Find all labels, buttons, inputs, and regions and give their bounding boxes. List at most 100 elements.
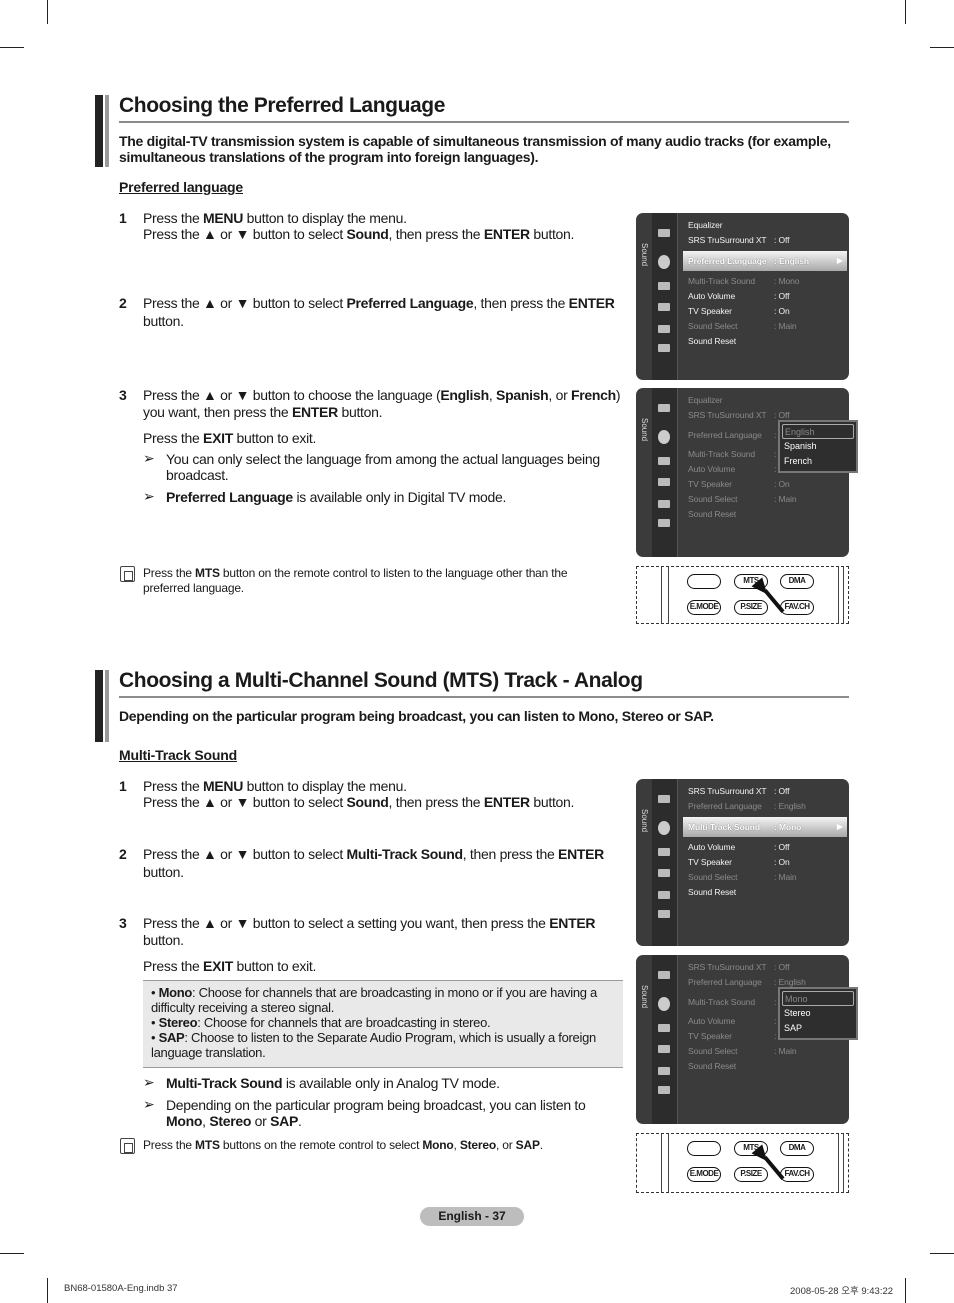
dropdown-option[interactable]: SAP	[782, 1021, 854, 1036]
step-number: 1	[119, 210, 127, 226]
remote-edge	[668, 1134, 669, 1192]
dropdown-option[interactable]: English	[782, 424, 854, 439]
remote-button-blank[interactable]	[687, 1141, 721, 1156]
text-run: button.	[143, 864, 184, 880]
text-run: button.	[529, 226, 575, 242]
osd-menu: Sound Equalizer SRS TruSurround XT: Off Pre…	[636, 388, 858, 557]
remote-button-dma[interactable]: DMA	[780, 574, 814, 589]
text-run: Press the	[143, 778, 204, 794]
tip-text: You can only select the language from am…	[166, 451, 600, 467]
text-run: MENU	[203, 210, 244, 226]
tip-arrow-icon: ➢	[143, 488, 155, 504]
text-run: or	[251, 1113, 271, 1129]
crop-mark	[930, 47, 954, 48]
note-icon	[120, 1138, 135, 1154]
menu-item[interactable]: Preferred Language: English	[688, 256, 809, 266]
dropdown-option[interactable]: Mono	[782, 991, 854, 1006]
text-run: •	[151, 1015, 159, 1030]
text-run: button to display the menu.	[243, 210, 407, 226]
subheading: Multi-Track Sound	[119, 747, 237, 763]
tip-text: Mono, Stereo or SAP.	[166, 1113, 302, 1129]
menu-item-label: Sound Reset	[688, 336, 737, 346]
section-intro: The digital-TV transmission system is ca…	[119, 133, 831, 165]
menu-item: Sound Reset	[688, 887, 736, 897]
page-number: English - 37	[420, 1207, 524, 1226]
text-run: You can only select the language from am…	[166, 451, 600, 467]
footer-file: BN68-01580A-Eng.indb 37	[64, 1283, 178, 1294]
osd-menu: Sound Equalizer SRS TruSurround XT: Off ▶ Pr…	[636, 213, 849, 380]
text-run: Press the ▲ or ▼ button to select a sett…	[143, 915, 550, 931]
menu-category-label: Sound	[640, 243, 649, 267]
menu-item: Equalizer	[688, 395, 723, 405]
remote-button-blank[interactable]	[687, 574, 721, 589]
section-bar	[105, 95, 109, 167]
menu-item: Auto Volume: Off	[688, 842, 790, 852]
text-run: .	[539, 1138, 543, 1152]
remote-edge	[843, 567, 844, 623]
dropdown-option[interactable]: French	[782, 454, 854, 469]
step-text: you want, then press the ENTER button.	[143, 404, 383, 420]
tip-text: Depending on the particular program bein…	[166, 1097, 586, 1113]
section-title: Choosing the Preferred Language	[119, 94, 445, 117]
remote-button-psize[interactable]: P.SIZE	[734, 1167, 768, 1182]
sound-icon	[658, 821, 670, 835]
menu-item: Sound Select: Main	[688, 1046, 797, 1056]
menu-item[interactable]: Multi-Track Sound: Mono	[688, 822, 801, 832]
menu-item: Sound Reset	[688, 509, 736, 519]
text-run: , then press the	[462, 846, 559, 862]
menu-item: Auto Volume:	[688, 1016, 776, 1026]
menu-item-label: TV Speaker	[688, 1031, 732, 1041]
text-run: you want, then press the	[143, 404, 292, 420]
text-run: : Choose for channels that are broadcast…	[151, 985, 597, 1015]
text-run: ENTER	[291, 404, 338, 420]
text-run: SAP	[270, 1113, 299, 1129]
setup-icon	[658, 303, 670, 311]
step-number: 3	[119, 387, 127, 403]
menu-item: Multi-Track Sound: Mono	[688, 276, 799, 286]
menu-item: SRS TruSurround XT: Off	[688, 786, 790, 796]
text-run: , or	[548, 387, 572, 403]
remote-button-dma[interactable]: DMA	[780, 1141, 814, 1156]
subheading: Preferred language	[119, 179, 243, 195]
dropdown-option[interactable]: Spanish	[782, 439, 854, 454]
dropdown-option[interactable]: Stereo	[782, 1006, 854, 1021]
menu-item: SRS TruSurround XT: Off	[688, 962, 790, 972]
menu-item-label: Equalizer	[688, 220, 723, 230]
menu-item: Preferred Language:	[688, 430, 776, 440]
text-run: ENTER	[483, 794, 530, 810]
menu-item-value: :	[774, 1031, 777, 1041]
remote-edge	[661, 1134, 662, 1192]
text-run: )	[615, 387, 621, 403]
tip-arrow-icon: ➢	[143, 450, 155, 466]
application-icon	[658, 910, 670, 918]
menu-item-label: TV Speaker	[688, 306, 732, 316]
text-run: button.	[143, 932, 184, 948]
remote-button-favch[interactable]: FAV.CH	[780, 1167, 814, 1182]
setup-icon	[658, 1045, 670, 1053]
text-run: button.	[337, 404, 383, 420]
title-rule	[119, 696, 849, 698]
menu-item-value: : Mono	[774, 822, 802, 832]
note-text: Press the MTS buttons on the remote cont…	[143, 1138, 543, 1153]
osd-menu: Sound SRS TruSurround XT: Off Preferred La…	[636, 955, 858, 1124]
menu-item-value: : Main	[774, 321, 797, 331]
remote-button-emode[interactable]: E.MODE	[687, 600, 721, 615]
remote-button-psize[interactable]: P.SIZE	[734, 600, 768, 615]
remote-button-emode[interactable]: E.MODE	[687, 1167, 721, 1182]
text-run: button to exit.	[232, 958, 317, 974]
text-run: Multi-Track Sound	[346, 846, 464, 862]
input-icon	[658, 325, 670, 333]
remote-button-favch[interactable]: FAV.CH	[780, 600, 814, 615]
note-icon	[120, 566, 135, 582]
text-run: MTS	[195, 1138, 220, 1152]
options-box: • Mono: Choose for channels that are bro…	[143, 980, 623, 1068]
text-run: .	[298, 1113, 302, 1129]
picture-icon	[658, 795, 670, 803]
text-run: Depending on the particular program bein…	[166, 1097, 586, 1113]
menu-item-value: : Off	[774, 235, 790, 245]
menu-item-value: : English	[774, 977, 806, 987]
menu-item-label: SRS TruSurround XT	[688, 786, 767, 796]
section-intro: Depending on the particular program bein…	[119, 708, 714, 724]
menu-item-value: : On	[774, 479, 790, 489]
setup-icon	[658, 869, 670, 877]
